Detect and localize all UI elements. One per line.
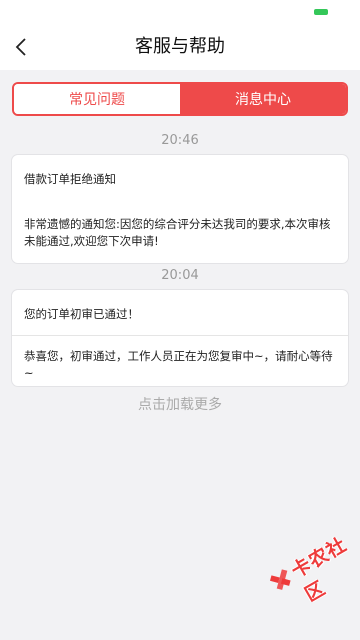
load-more-button[interactable]: 点击加载更多 xyxy=(0,394,360,414)
tab-bar: 常见问题 消息中心 xyxy=(12,82,348,116)
message-body: 恭喜您，初审通过，工作人员正在为您复审中~，请耐心等待~ xyxy=(24,349,333,380)
watermark: 卡农社区 xyxy=(258,510,360,612)
tab-message-center[interactable]: 消息中心 xyxy=(180,84,346,114)
message-body: 非常遗憾的通知您:因您的综合评分未达我司的要求,本次审核未能通过,欢迎您下次申请… xyxy=(24,217,331,248)
watermark-text: 卡农社区 xyxy=(287,533,351,607)
divider xyxy=(12,335,348,336)
tab-faq[interactable]: 常见问题 xyxy=(14,84,180,114)
page-title: 客服与帮助 xyxy=(135,36,225,57)
message-title: 您的订单初审已通过！ xyxy=(24,307,139,321)
message-card[interactable]: 借款订单拒绝通知 非常遗憾的通知您:因您的综合评分未达我司的要求,本次审核未能通… xyxy=(12,155,348,263)
battery-icon xyxy=(314,9,328,15)
back-button[interactable] xyxy=(6,32,36,62)
message-card[interactable]: 您的订单初审已通过！ 恭喜您，初审通过，工作人员正在为您复审中~，请耐心等待~ xyxy=(12,290,348,386)
header: 客服与帮助 xyxy=(0,24,360,70)
message-timestamp: 20:46 xyxy=(161,133,199,148)
message-timestamp: 20:04 xyxy=(161,268,199,283)
status-bar xyxy=(0,0,360,24)
message-title: 借款订单拒绝通知 xyxy=(24,172,116,186)
chevron-left-icon xyxy=(15,38,26,56)
